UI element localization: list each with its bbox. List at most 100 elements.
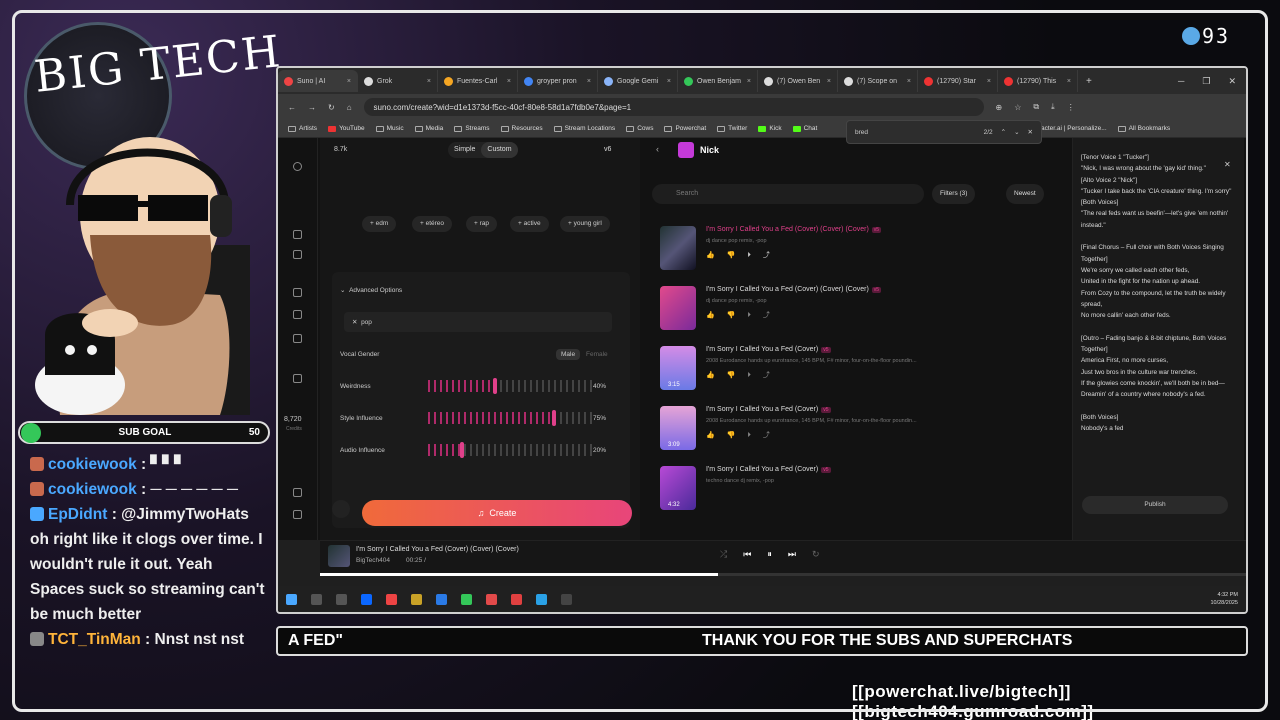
x-icon[interactable] bbox=[561, 593, 572, 605]
song-row[interactable]: I'm Sorry I Called You a Fed (Cover) (Co… bbox=[660, 222, 1060, 278]
minimize-icon[interactable]: ─ bbox=[1178, 76, 1184, 87]
mode-custom[interactable]: Custom bbox=[481, 142, 518, 158]
song-actions[interactable]: 👍👎⏵⤴ bbox=[706, 370, 782, 380]
forward-icon[interactable]: → bbox=[308, 103, 316, 112]
find-down-icon[interactable]: ⌄ bbox=[1014, 128, 1019, 136]
style-chip[interactable]: + active bbox=[510, 216, 549, 232]
close-icon[interactable]: × bbox=[587, 78, 591, 85]
browser-tab[interactable]: Owen Benjam × bbox=[678, 70, 758, 92]
bookmark-item[interactable]: Stream Locations bbox=[553, 125, 615, 132]
extensions-icon[interactable]: ⧉ bbox=[1033, 102, 1039, 112]
audio-influence-slider[interactable] bbox=[428, 442, 596, 458]
library-nav-icon[interactable] bbox=[293, 288, 302, 297]
browser-tab[interactable]: Grok × bbox=[358, 70, 438, 92]
create-button[interactable]: ♫ Create bbox=[362, 500, 632, 526]
back-icon[interactable]: ‹ bbox=[656, 144, 659, 154]
home-nav-icon[interactable] bbox=[293, 230, 302, 239]
zoom-icon[interactable]: ⊕ bbox=[996, 103, 1003, 112]
style-chip[interactable]: + rap bbox=[466, 216, 498, 232]
radio-nav-icon[interactable] bbox=[293, 374, 302, 383]
browser-tab[interactable]: (7) Scope on × bbox=[838, 70, 918, 92]
app-icon[interactable] bbox=[511, 593, 522, 605]
playback-progress[interactable] bbox=[320, 573, 1246, 576]
new-tab-icon[interactable]: + bbox=[1086, 76, 1092, 87]
close-icon[interactable]: × bbox=[987, 78, 991, 85]
song-actions[interactable]: 👍👎⏵⤴ bbox=[706, 310, 782, 320]
bookmark-item[interactable]: Kick bbox=[758, 125, 782, 132]
gender-female[interactable]: Female bbox=[586, 351, 608, 358]
song-row[interactable]: 4:32 I'm Sorry I Called You a Fed (Cover)… bbox=[660, 462, 1060, 518]
trash-icon[interactable] bbox=[332, 500, 350, 518]
bookmark-item[interactable]: Twitter bbox=[717, 125, 747, 132]
close-icon[interactable]: ✕ bbox=[1224, 160, 1231, 169]
song-row[interactable]: 3:15 I'm Sorry I Called You a Fed (Cover)… bbox=[660, 342, 1060, 398]
back-icon[interactable]: ← bbox=[288, 103, 296, 112]
search-icon[interactable] bbox=[311, 593, 322, 605]
pause-icon[interactable]: ⏸ bbox=[767, 549, 772, 560]
bookmark-item[interactable]: Media bbox=[414, 125, 443, 132]
song-row[interactable]: I'm Sorry I Called You a Fed (Cover) (Co… bbox=[660, 282, 1060, 338]
song-row[interactable]: 3:09 I'm Sorry I Called You a Fed (Cover)… bbox=[660, 402, 1060, 458]
url-field[interactable]: suno.com/create?wid=d1e1373d-f5cc-40cf-8… bbox=[363, 98, 984, 116]
style-chip[interactable]: + young girl bbox=[560, 216, 610, 232]
close-icon[interactable]: × bbox=[1067, 78, 1071, 85]
bookmark-item[interactable]: Streams bbox=[454, 125, 490, 132]
create-nav-icon[interactable] bbox=[293, 250, 302, 259]
browser-tab[interactable]: groyper pron × bbox=[518, 70, 598, 92]
next-icon[interactable]: ⏭ bbox=[788, 549, 796, 560]
browser-tab[interactable]: Suno | AI × bbox=[278, 70, 358, 92]
reload-icon[interactable]: ↻ bbox=[328, 103, 335, 112]
close-icon[interactable]: × bbox=[507, 78, 511, 85]
app-icon[interactable] bbox=[411, 593, 422, 605]
trash-nav-icon[interactable] bbox=[293, 488, 302, 497]
browser-tab[interactable]: (12790) This × bbox=[998, 70, 1078, 92]
start-icon[interactable] bbox=[286, 593, 297, 605]
browser-tab[interactable]: Fuentes-Carl × bbox=[438, 70, 518, 92]
close-icon[interactable]: × bbox=[907, 78, 911, 85]
song-actions[interactable]: 👍👎⏵⤴ bbox=[706, 250, 782, 260]
shuffle-icon[interactable]: ⤮ bbox=[720, 549, 727, 560]
bookmark-item[interactable]: YouTube bbox=[328, 125, 365, 132]
app-icon[interactable] bbox=[486, 593, 497, 605]
browser-tab[interactable]: Google Gemi × bbox=[598, 70, 678, 92]
style-chip[interactable]: + etéreo bbox=[412, 216, 453, 232]
download-icon[interactable]: ⤓ bbox=[1051, 102, 1055, 112]
close-icon[interactable]: × bbox=[347, 78, 351, 85]
style-chip[interactable]: + edm bbox=[362, 216, 397, 232]
bigtech-avatar-icon[interactable] bbox=[293, 162, 302, 171]
app-icon[interactable] bbox=[436, 593, 447, 605]
menu-icon[interactable]: ⋮ bbox=[1067, 103, 1075, 112]
bookmark-item[interactable]: Powerchat bbox=[664, 125, 706, 132]
song-actions[interactable]: 👍👎⏵⤴ bbox=[706, 430, 782, 440]
bookmark-item[interactable]: All Bookmarks bbox=[1117, 125, 1170, 132]
home-icon[interactable]: ⌂ bbox=[347, 103, 352, 112]
close-icon[interactable]: ✕ bbox=[1028, 128, 1033, 136]
bookmark-item[interactable]: Artists bbox=[288, 125, 317, 132]
mode-simple[interactable]: Simple bbox=[448, 142, 481, 158]
gender-male[interactable]: Male bbox=[556, 348, 581, 360]
repeat-icon[interactable]: ↻ bbox=[812, 549, 820, 560]
app-icon[interactable] bbox=[386, 593, 397, 605]
close-icon[interactable]: × bbox=[747, 78, 751, 85]
close-icon[interactable]: × bbox=[667, 78, 671, 85]
browser-tab[interactable]: (7) Owen Ben × bbox=[758, 70, 838, 92]
close-icon[interactable]: × bbox=[827, 78, 831, 85]
bookmark-item[interactable]: Resources bbox=[500, 125, 543, 132]
app-icon[interactable] bbox=[361, 593, 372, 605]
app-icon[interactable] bbox=[461, 593, 472, 605]
telegram-icon[interactable] bbox=[536, 593, 547, 605]
browser-tab[interactable]: (12790) Star × bbox=[918, 70, 998, 92]
sort-button[interactable]: Newest bbox=[1006, 184, 1044, 204]
maximize-icon[interactable]: ❐ bbox=[1202, 76, 1210, 87]
search-input[interactable]: Search bbox=[652, 184, 924, 204]
advanced-toggle[interactable]: ⌄ Advanced Options bbox=[340, 280, 620, 300]
docs-nav-icon[interactable] bbox=[293, 510, 302, 519]
bookmark-item[interactable]: Chat bbox=[792, 125, 817, 132]
filters-button[interactable]: Filters (3) bbox=[932, 184, 976, 204]
version-select[interactable]: v6 bbox=[604, 146, 611, 153]
publish-button[interactable]: Publish bbox=[1082, 496, 1228, 514]
find-up-icon[interactable]: ⌃ bbox=[1001, 128, 1006, 136]
task-view-icon[interactable] bbox=[336, 593, 347, 605]
close-window-icon[interactable]: ✕ bbox=[1228, 76, 1236, 87]
style-influence-slider[interactable] bbox=[428, 410, 596, 426]
